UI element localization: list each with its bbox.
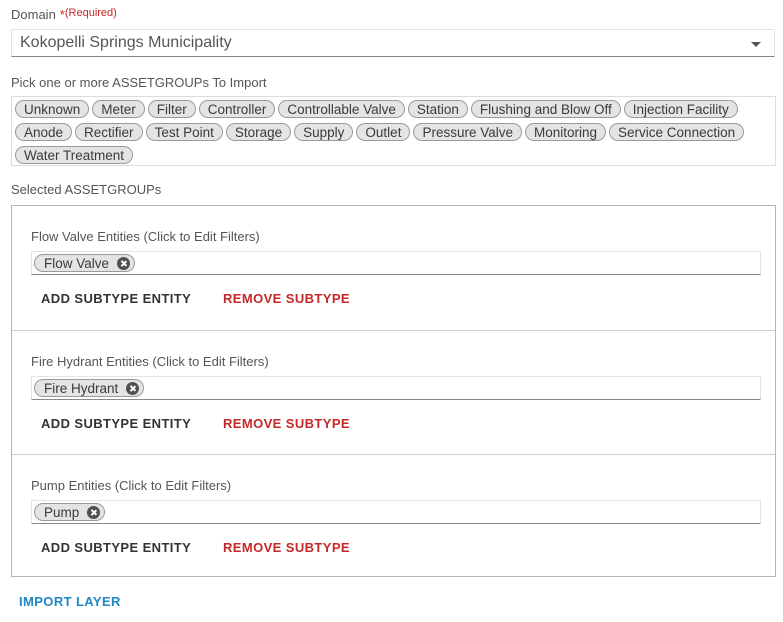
remove-chip-icon[interactable] [87,505,101,519]
subtype-chip: Fire Hydrant [34,379,145,397]
subtype-panel-title[interactable]: Fire Hydrant Entities (Click to Edit Fil… [31,354,269,369]
asset-group-chip[interactable]: Service Connection [609,123,745,141]
asset-group-chip[interactable]: Monitoring [525,123,607,141]
remove-chip-icon[interactable] [117,256,131,270]
asset-group-chip[interactable]: Filter [147,100,196,118]
add-subtype-entity-button[interactable]: ADD SUBTYPE ENTITY [41,540,191,555]
asset-group-chip[interactable]: Anode [15,123,73,141]
add-subtype-entity-button[interactable]: ADD SUBTYPE ENTITY [41,416,191,431]
add-subtype-entity-button[interactable]: ADD SUBTYPE ENTITY [41,291,191,306]
asset-group-chip[interactable]: Station [407,100,468,118]
subtype-panel-title[interactable]: Pump Entities (Click to Edit Filters) [31,478,231,493]
subtype-chip-label: Pump [44,504,80,520]
asset-group-chip[interactable]: Meter [92,100,145,118]
subtype-entity-field[interactable]: Flow Valve [31,251,761,275]
subtype-panel-title[interactable]: Flow Valve Entities (Click to Edit Filte… [31,229,260,244]
asset-group-chip[interactable]: Outlet [356,123,411,141]
remove-subtype-button[interactable]: REMOVE SUBTYPE [223,540,350,555]
domain-select[interactable]: Kokopelli Springs Municipality [11,29,775,57]
subtype-panel-flow-valve: Flow Valve Entities (Click to Edit Filte… [12,206,775,330]
asset-group-chip[interactable]: Supply [294,123,354,141]
asset-groups-label: Pick one or more ASSETGROUPs To Import [11,75,267,90]
remove-chip-icon[interactable] [126,381,140,395]
asset-group-chip[interactable]: Injection Facility [623,100,738,118]
selected-asset-groups-label: Selected ASSETGROUPs [11,182,162,197]
domain-select-value: Kokopelli Springs Municipality [20,34,232,51]
remove-subtype-button[interactable]: REMOVE SUBTYPE [223,291,350,306]
subtype-entity-field[interactable]: Fire Hydrant [31,376,761,400]
subtype-chip: Flow Valve [34,254,136,272]
subtype-panel-fire-hydrant: Fire Hydrant Entities (Click to Edit Fil… [12,330,775,455]
asset-group-chip[interactable]: Storage [225,123,292,141]
subtype-entity-field[interactable]: Pump [31,500,761,524]
subtype-panel-pump: Pump Entities (Click to Edit Filters) Pu… [12,454,775,579]
domain-label-text: Domain [11,7,56,22]
subtype-chip-label: Fire Hydrant [44,380,119,396]
chevron-down-icon[interactable] [751,42,761,47]
asset-group-chip[interactable]: Rectifier [75,123,143,141]
selected-asset-groups-panel: Flow Valve Entities (Click to Edit Filte… [11,205,776,577]
asset-groups-chip-list: Unknown Meter Filter Controller Controll… [11,96,776,166]
import-layer-button[interactable]: IMPORT LAYER [19,594,121,609]
asset-group-chip[interactable]: Pressure Valve [413,123,522,141]
asset-group-chip[interactable]: Controllable Valve [278,100,405,118]
subtype-chip-label: Flow Valve [44,255,110,271]
subtype-chip: Pump [34,503,106,521]
asset-group-chip[interactable]: Unknown [15,100,90,118]
required-text: (Required) [64,7,117,19]
asset-group-chip[interactable]: Water Treatment [15,146,134,164]
domain-label: Domain *(Required) [11,7,117,22]
asset-group-chip[interactable]: Test Point [145,123,223,141]
remove-subtype-button[interactable]: REMOVE SUBTYPE [223,416,350,431]
asset-group-chip[interactable]: Controller [198,100,276,118]
asset-group-chip[interactable]: Flushing and Blow Off [470,100,621,118]
